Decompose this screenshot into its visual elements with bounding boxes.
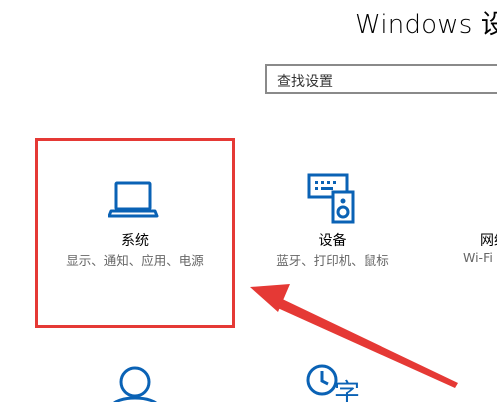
tile-accounts[interactable] xyxy=(35,340,235,402)
tile-network-label: 网络 xyxy=(480,233,497,249)
laptop-icon xyxy=(108,181,159,218)
tile-network[interactable]: 网络 Wi-Fi xyxy=(440,138,497,328)
account-icon xyxy=(113,366,157,402)
tile-devices-description: 蓝牙、打印机、鼠标 xyxy=(276,253,389,268)
tile-network-description: Wi-Fi xyxy=(463,250,493,265)
tile-system[interactable]: 系统 显示、通知、应用、电源 xyxy=(35,138,235,328)
tile-time-language[interactable]: 字 xyxy=(240,340,425,402)
tile-devices-label: 设备 xyxy=(318,233,347,249)
devices-icon xyxy=(307,173,355,224)
settings-window: Windows 设置 查找设置 系统 显示、通知、应用、电源 设备 蓝牙、打 xyxy=(0,0,497,402)
tile-system-description: 显示、通知、应用、电源 xyxy=(66,253,204,268)
tile-system-label: 系统 xyxy=(121,233,149,249)
svg-text:字: 字 xyxy=(334,379,360,402)
search-box[interactable]: 查找设置 xyxy=(265,64,497,94)
time-language-icon: 字 xyxy=(306,364,360,402)
tile-devices[interactable]: 设备 蓝牙、打印机、鼠标 xyxy=(240,138,425,328)
page-title: Windows 设置 xyxy=(355,10,497,40)
search-input[interactable]: 查找设置 xyxy=(277,71,333,91)
